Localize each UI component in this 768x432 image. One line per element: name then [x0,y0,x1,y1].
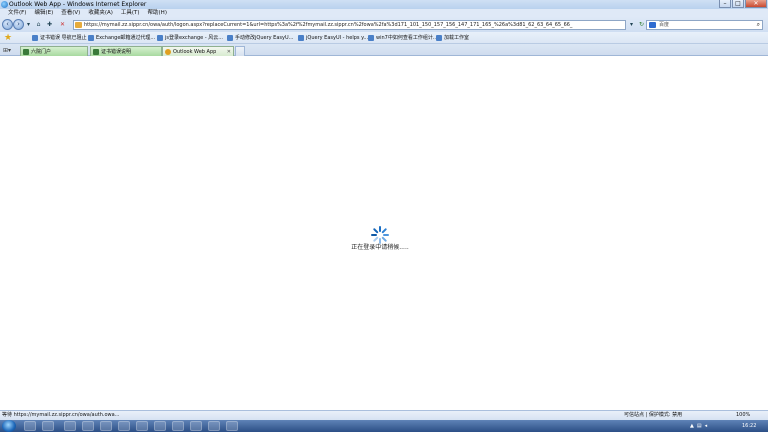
refresh-icon[interactable]: ↻ [637,21,646,29]
minimize-button[interactable]: – [719,0,731,8]
page-icon [368,35,374,41]
taskbar-app-icon[interactable] [136,421,148,431]
tab-portal[interactable]: 六院门户 [20,46,88,56]
taskbar-app-icon[interactable] [226,421,238,431]
taskbar-app-icon[interactable] [42,421,54,431]
address-input[interactable]: https://mymail.zz.sippr.cn/owa/auth/logo… [73,20,626,30]
title-bar: Outlook Web App - Windows Internet Explo… [0,0,768,9]
ie-logo-icon [1,1,8,8]
new-tab-button[interactable] [235,46,245,56]
volume-icon[interactable]: ◂ [705,423,708,429]
taskbar-app-icon[interactable] [208,421,220,431]
favorites-star-icon[interactable]: ★ [4,33,12,43]
favorite-item[interactable]: 加载工作室 [436,34,469,42]
menu-view[interactable]: 查看(V) [61,9,80,17]
page-icon [93,48,99,55]
quick-tabs-icon[interactable]: ⊞▾ [3,47,11,54]
taskbar: ▲ ▤ ◂ 16:22 [0,420,768,432]
search-placeholder: 百度 [659,22,670,28]
search-input[interactable]: 百度 ⌕ [646,20,763,30]
favorites-bar: ★ 证书错误 导航已阻止 Exchange邮箱通过代理... js登录excha… [0,32,768,44]
page-icon [157,35,163,41]
taskbar-app-icon[interactable] [172,421,184,431]
back-arrow-icon[interactable]: ‹ [2,19,13,30]
tray-icon[interactable]: ▲ [690,423,694,429]
navigation-bar: ‹ › ▾ ⌂ ✚ ✕ https://mymail.zz.sippr.cn/o… [0,17,768,32]
taskbar-app-icon[interactable] [100,421,112,431]
page-icon [23,48,29,55]
favorite-item[interactable]: jQuery EasyUI - helps y... [298,34,368,42]
forward-arrow-icon[interactable]: › [13,19,24,30]
page-icon [436,35,442,41]
favorite-item[interactable]: js登录exchange - 风云... [157,34,223,42]
favorite-item[interactable]: Exchange邮箱通过代理... [88,34,155,42]
close-tab-icon[interactable]: ✕ [227,49,233,55]
taskbar-app-icon[interactable] [24,421,36,431]
clock[interactable]: 16:22 [742,420,756,432]
home-icon[interactable]: ⌂ [34,21,43,29]
taskbar-app-icon[interactable] [64,421,76,431]
loading-message: 正在登录中请稍候..... [351,244,409,251]
status-text: 等待 https://mymail.zz.sippr.cn/owa/auth.o… [2,412,120,418]
menu-bar: 文件(F) 编辑(E) 查看(V) 收藏夹(A) 工具(T) 帮助(H) [0,9,768,17]
add-favorite-icon[interactable]: ✚ [45,21,54,29]
favorite-item[interactable]: 手动修改jQuery EasyU... [227,34,293,42]
loading-icon [165,48,171,55]
loading-spinner-icon [371,226,389,244]
taskbar-app-icon[interactable] [82,421,94,431]
page-icon [32,35,38,41]
favorite-item[interactable]: win7中如何查看工作组计... [368,34,438,42]
network-icon[interactable]: ▤ [697,423,702,429]
menu-favorites[interactable]: 收藏夹(A) [88,9,113,17]
address-dropdown-icon[interactable]: ▾ [627,21,636,29]
menu-file[interactable]: 文件(F) [8,9,26,17]
security-zone: 可信站点 | 保护模式: 禁用 [624,412,683,418]
tab-bar: ⊞▾ 六院门户 证书错误说明 Outlook Web App ✕ [0,44,768,56]
start-button[interactable] [2,420,16,432]
status-bar: 等待 https://mymail.zz.sippr.cn/owa/auth.o… [0,410,768,420]
search-icon[interactable]: ⌕ [757,21,760,29]
taskbar-app-icon[interactable] [154,421,166,431]
favorite-item[interactable]: 证书错误 导航已阻止 [32,34,87,42]
system-tray: ▲ ▤ ◂ [690,420,707,432]
address-text: https://mymail.zz.sippr.cn/owa/auth/logo… [84,22,573,28]
menu-help[interactable]: 帮助(H) [148,9,167,17]
history-dropdown-icon[interactable]: ▾ [24,21,33,29]
menu-tools[interactable]: 工具(T) [121,9,140,17]
stop-icon[interactable]: ✕ [58,21,67,29]
window-title: Outlook Web App - Windows Internet Explo… [9,1,147,8]
zoom-level[interactable]: 100% [736,411,750,420]
page-icon [88,35,94,41]
tab-outlook[interactable]: Outlook Web App ✕ [162,46,234,56]
page-icon [298,35,304,41]
taskbar-app-icon[interactable] [190,421,202,431]
window-controls: – □ ✕ [719,0,767,8]
page-icon [227,35,233,41]
close-button[interactable]: ✕ [745,0,767,8]
page-icon [75,22,82,28]
search-provider-icon [649,22,656,28]
taskbar-app-icon[interactable] [118,421,130,431]
maximize-button[interactable]: □ [732,0,744,8]
tab-cert-error[interactable]: 证书错误说明 [90,46,162,56]
menu-edit[interactable]: 编辑(E) [34,9,53,17]
